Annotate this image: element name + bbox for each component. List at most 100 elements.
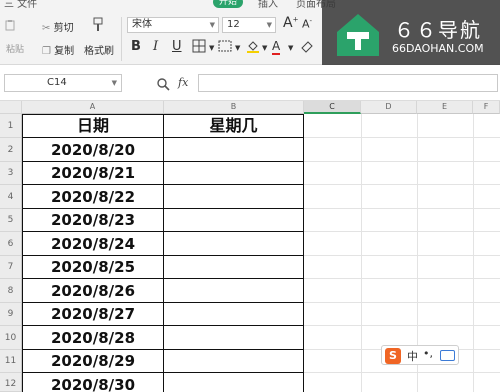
weekday-cell[interactable] bbox=[164, 350, 304, 372]
select-all-corner[interactable] bbox=[0, 101, 22, 114]
column-header-d[interactable]: D bbox=[361, 101, 417, 114]
date-cell[interactable]: 2020/8/28 bbox=[22, 326, 164, 349]
weekday-cell[interactable] bbox=[164, 303, 304, 325]
chevron-down-icon[interactable]: ▼ bbox=[235, 44, 240, 52]
italic-button[interactable]: I bbox=[153, 39, 158, 54]
row-header[interactable]: 9 bbox=[0, 303, 22, 326]
weekday-cell[interactable] bbox=[164, 185, 304, 208]
row-header[interactable]: 3 bbox=[0, 162, 22, 185]
format-painter-icon[interactable] bbox=[90, 17, 106, 36]
borders-icon[interactable] bbox=[192, 39, 206, 57]
chevron-down-icon: ▼ bbox=[209, 21, 215, 29]
cut-label: 剪切 bbox=[53, 23, 74, 34]
column-header-c[interactable]: C bbox=[304, 101, 361, 114]
keyboard-icon[interactable] bbox=[440, 350, 455, 361]
bold-button[interactable]: B bbox=[131, 39, 141, 54]
tab-home[interactable]: 开始 bbox=[213, 0, 244, 8]
weekday-cell[interactable] bbox=[164, 162, 304, 184]
copy-label: 复制 bbox=[54, 46, 75, 57]
shrink-font-label: A bbox=[302, 17, 310, 31]
font-size-select[interactable]: 12 ▼ bbox=[222, 17, 276, 33]
weekday-cell[interactable] bbox=[164, 279, 304, 302]
table-row: 2020/8/22 bbox=[22, 185, 304, 209]
paste-button[interactable]: 粘贴 bbox=[6, 42, 24, 55]
function-button[interactable]: fx bbox=[178, 76, 188, 89]
header-cell-date[interactable]: 日期 bbox=[22, 114, 164, 137]
gridline bbox=[473, 114, 474, 392]
tab-insert[interactable]: 插入 bbox=[258, 0, 278, 9]
shrink-font-button[interactable]: A- bbox=[302, 17, 312, 31]
ime-punctuation-toggle[interactable]: •, bbox=[423, 347, 433, 360]
sogou-logo-icon[interactable]: S bbox=[385, 348, 401, 364]
table-row: 2020/8/25 bbox=[22, 256, 304, 279]
chevron-down-icon[interactable]: ▼ bbox=[288, 44, 293, 52]
weekday-cell[interactable] bbox=[164, 256, 304, 278]
name-box[interactable]: C14 ▼ bbox=[4, 74, 122, 92]
ime-toolbar[interactable]: S 中 •, bbox=[381, 345, 459, 365]
date-cell[interactable]: 2020/8/20 bbox=[22, 138, 164, 161]
row-header[interactable]: 1 bbox=[0, 114, 22, 138]
date-cell[interactable]: 2020/8/29 bbox=[22, 350, 164, 372]
row-header[interactable]: 10 bbox=[0, 326, 22, 350]
header-cell-weekday[interactable]: 星期几 bbox=[164, 114, 304, 137]
grow-font-label: A bbox=[283, 15, 293, 31]
row-header[interactable]: 11 bbox=[0, 350, 22, 373]
row-header[interactable]: 5 bbox=[0, 209, 22, 232]
cell-style-icon[interactable] bbox=[218, 39, 232, 57]
chevron-down-icon[interactable]: ▼ bbox=[209, 44, 214, 52]
date-cell[interactable]: 2020/8/30 bbox=[22, 373, 164, 392]
menu-file[interactable]: 三 文件 bbox=[4, 0, 37, 9]
column-header-e[interactable]: E bbox=[417, 101, 473, 114]
gridline bbox=[361, 114, 362, 392]
date-cell[interactable]: 2020/8/23 bbox=[22, 209, 164, 231]
font-color-icon: A bbox=[272, 39, 281, 55]
row-header[interactable]: 6 bbox=[0, 232, 22, 256]
copy-button[interactable]: ❐ 复制 bbox=[42, 42, 74, 57]
table-row: 2020/8/29 bbox=[22, 350, 304, 373]
table-header-row: 日期 星期几 bbox=[22, 114, 304, 138]
watermark: ６６导航 66DAOHAN.COM bbox=[322, 0, 500, 68]
table-row: 2020/8/23 bbox=[22, 209, 304, 232]
font-color-button[interactable]: A bbox=[272, 39, 281, 55]
zoom-icon[interactable] bbox=[156, 77, 170, 91]
table-row: 2020/8/20 bbox=[22, 138, 304, 162]
weekday-cell[interactable] bbox=[164, 138, 304, 161]
font-name-select[interactable]: 宋体 ▼ bbox=[127, 17, 219, 33]
weekday-cell[interactable] bbox=[164, 232, 304, 255]
underline-button[interactable]: U bbox=[172, 39, 182, 54]
weekday-cell[interactable] bbox=[164, 209, 304, 231]
watermark-name: ６６导航 bbox=[394, 18, 482, 42]
row-header[interactable]: 4 bbox=[0, 185, 22, 209]
fill-color-icon[interactable] bbox=[246, 39, 260, 57]
watermark-url: 66DAOHAN.COM bbox=[392, 42, 484, 55]
weekday-cell[interactable] bbox=[164, 326, 304, 349]
row-header[interactable]: 8 bbox=[0, 279, 22, 303]
cut-button[interactable]: ✂ 剪切 bbox=[42, 19, 74, 34]
column-header-f[interactable]: F bbox=[473, 101, 500, 114]
name-box-value: C14 bbox=[47, 77, 67, 88]
table-row: 2020/8/26 bbox=[22, 279, 304, 303]
date-cell[interactable]: 2020/8/22 bbox=[22, 185, 164, 208]
column-header-b[interactable]: B bbox=[164, 101, 304, 114]
table-row: 2020/8/28 bbox=[22, 326, 304, 350]
table-row: 2020/8/24 bbox=[22, 232, 304, 256]
formula-input[interactable] bbox=[198, 74, 498, 92]
date-cell[interactable]: 2020/8/21 bbox=[22, 162, 164, 184]
row-header[interactable]: 12 bbox=[0, 373, 22, 392]
row-header[interactable]: 7 bbox=[0, 256, 22, 279]
column-header-a[interactable]: A bbox=[22, 101, 164, 114]
ribbon-separator bbox=[121, 17, 122, 61]
paste-icon[interactable] bbox=[4, 19, 16, 31]
weekday-cell[interactable] bbox=[164, 373, 304, 392]
date-cell[interactable]: 2020/8/27 bbox=[22, 303, 164, 325]
date-cell[interactable]: 2020/8/24 bbox=[22, 232, 164, 255]
row-header[interactable]: 2 bbox=[0, 138, 22, 162]
format-painter-button[interactable]: 格式刷 bbox=[84, 42, 114, 57]
grow-font-button[interactable]: A+ bbox=[283, 15, 298, 31]
chevron-down-icon[interactable]: ▼ bbox=[262, 44, 267, 52]
date-cell[interactable]: 2020/8/26 bbox=[22, 279, 164, 302]
table-row: 2020/8/27 bbox=[22, 303, 304, 326]
ime-language-toggle[interactable]: 中 bbox=[407, 348, 418, 364]
date-cell[interactable]: 2020/8/25 bbox=[22, 256, 164, 278]
clear-format-icon[interactable] bbox=[300, 39, 314, 57]
